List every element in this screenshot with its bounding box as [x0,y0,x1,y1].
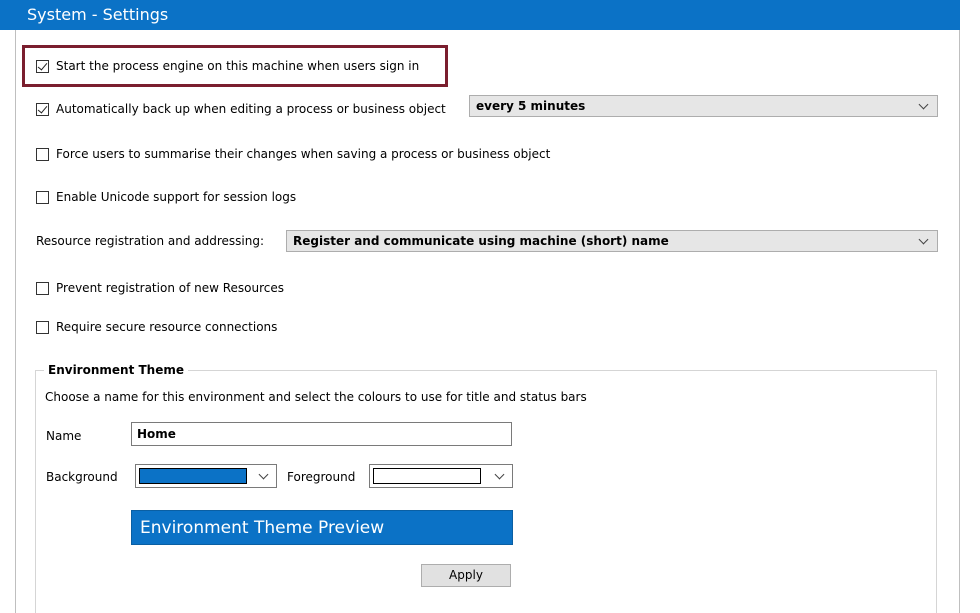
start-engine-checkbox[interactable] [36,59,49,73]
prevent-registration-label: Prevent registration of new Resources [56,281,285,295]
force-summarise-checkbox[interactable] [36,147,49,161]
unicode-logs-option[interactable]: Enable Unicode support for session logs [36,190,296,204]
foreground-label: Foreground [287,470,356,484]
secure-connections-checkbox[interactable] [36,320,49,334]
background-label: Background [46,470,118,484]
prevent-registration-option[interactable]: Prevent registration of new Resources [36,281,284,295]
environment-theme-legend: Environment Theme [44,363,188,377]
window-title: System - Settings [27,5,169,24]
auto-backup-option[interactable]: Automatically back up when editing a pro… [36,102,446,116]
environment-theme-preview: Environment Theme Preview [131,510,513,545]
background-row: Background [46,470,118,484]
secure-connections-option[interactable]: Require secure resource connections [36,320,277,334]
environment-name-value: Home [137,427,176,441]
background-color-swatch [139,468,247,484]
foreground-row: Foreground [287,470,355,484]
secure-connections-label: Require secure resource connections [56,320,278,334]
auto-backup-checkbox[interactable] [36,102,49,116]
environment-name-input[interactable]: Home [131,422,512,446]
panel-left-border [15,30,16,613]
name-row: Name [46,429,81,443]
resource-registration-select[interactable]: Register and communicate using machine (… [286,230,938,252]
right-gutter [960,0,980,613]
foreground-color-select[interactable] [369,464,513,488]
theme-description-text: Choose a name for this environment and s… [45,390,587,404]
chevron-down-icon [494,469,505,480]
foreground-color-swatch [373,468,481,484]
backup-interval-select[interactable]: every 5 minutes [469,95,938,117]
resource-registration-label: Resource registration and addressing: [36,234,265,248]
backup-interval-value: every 5 minutes [476,99,586,113]
theme-description: Choose a name for this environment and s… [45,390,587,404]
force-summarise-option[interactable]: Force users to summarise their changes w… [36,147,550,161]
chevron-down-icon [918,99,929,110]
start-engine-label: Start the process engine on this machine… [56,59,420,73]
resource-registration-value: Register and communicate using machine (… [293,234,669,248]
resource-registration-row: Resource registration and addressing: [36,234,264,248]
unicode-logs-label: Enable Unicode support for session logs [56,190,297,204]
unicode-logs-checkbox[interactable] [36,190,49,204]
prevent-registration-checkbox[interactable] [36,281,49,295]
apply-button[interactable]: Apply [421,564,511,587]
window-title-bar: System - Settings [0,0,960,30]
preview-text: Environment Theme Preview [140,518,385,538]
start-engine-option[interactable]: Start the process engine on this machine… [36,59,419,73]
auto-backup-label: Automatically back up when editing a pro… [56,102,446,116]
panel-right-border [959,30,960,613]
name-label: Name [46,429,82,443]
background-color-select[interactable] [135,464,277,488]
chevron-down-icon [918,234,929,245]
force-summarise-label: Force users to summarise their changes w… [56,147,551,161]
chevron-down-icon [258,469,269,480]
